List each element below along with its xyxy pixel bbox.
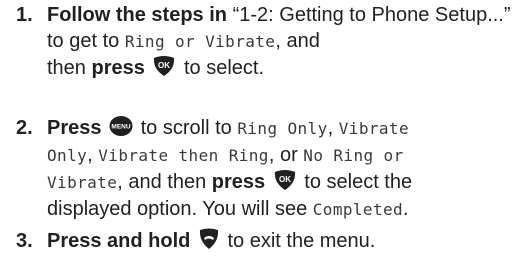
- step-body: Follow the steps in “1-2: Getting to Pho…: [47, 2, 512, 81]
- step-text: ,: [87, 144, 93, 166]
- svg-text:MENU: MENU: [111, 124, 130, 131]
- svg-text:OK: OK: [279, 175, 291, 184]
- step-body: Press MENU to scroll to Ring Only, Vibra…: [47, 115, 512, 223]
- step-text: to exit the menu.: [227, 230, 376, 252]
- end-key-icon: [198, 228, 220, 250]
- step-3: 3. Press and hold to exit the menu.: [16, 228, 512, 254]
- step-text: to scroll to: [140, 117, 232, 139]
- display-text: Ring Only: [237, 119, 328, 138]
- step-text: to select the: [304, 171, 413, 193]
- step-body: Press and hold to exit the menu.: [47, 228, 512, 254]
- step-number: 2.: [16, 117, 33, 139]
- press-label: press: [211, 171, 266, 193]
- step-line: Press MENU to scroll to Ring Only, Vibra…: [47, 115, 512, 142]
- instruction-page: 1. Follow the steps in “1-2: Getting to …: [0, 0, 516, 263]
- menu-key-icon: MENU: [109, 115, 133, 137]
- step-line: then press OK to select.: [47, 55, 512, 81]
- step-text: ,: [327, 117, 334, 139]
- step-2: 2. Press MENU to scroll to Ring Only, Vi…: [16, 115, 512, 223]
- step-line: Follow the steps in “1-2: Getting to Pho…: [47, 2, 512, 28]
- step-text: to get to: [47, 30, 120, 52]
- display-text: Ring or Vibrate: [124, 32, 276, 51]
- display-text: Completed: [312, 200, 404, 219]
- ok-key-icon: OK: [273, 169, 297, 191]
- step-line: to get to Ring or Vibrate, and: [47, 28, 512, 55]
- step-1: 1. Follow the steps in “1-2: Getting to …: [16, 2, 512, 81]
- step-text: then: [47, 57, 86, 79]
- step-text: , or: [268, 144, 298, 166]
- step-text: to select.: [184, 57, 265, 79]
- step-line: Only, Vibrate then Ring, or No Ring or: [47, 142, 512, 169]
- ok-key-icon: OK: [152, 55, 176, 77]
- press-label: Press: [47, 117, 102, 139]
- step-line: Vibrate, and then press OK to select the: [47, 169, 512, 196]
- svg-text:OK: OK: [158, 61, 170, 70]
- display-text: Vibrate then Ring: [98, 146, 269, 165]
- display-text: Vibrate: [338, 119, 409, 138]
- step-number: 3.: [16, 230, 33, 252]
- step-line: displayed option. You will see Completed…: [47, 196, 512, 223]
- step-lead: Follow the steps in: [47, 4, 228, 26]
- step-text: displayed option. You will see: [47, 198, 308, 220]
- press-label: press: [91, 57, 145, 79]
- step-lead: Press and hold: [47, 230, 191, 252]
- step-text: .: [403, 198, 409, 220]
- step-number: 1.: [16, 4, 33, 26]
- step-line: Press and hold to exit the menu.: [47, 228, 512, 254]
- display-text: No Ring or: [303, 146, 404, 165]
- display-text: Vibrate: [47, 173, 118, 192]
- step-text: , and then: [117, 171, 207, 193]
- step-text: , and: [275, 30, 320, 52]
- step-quote: “1-2: Getting to Phone Setup...”: [232, 4, 511, 26]
- display-text: Only: [47, 146, 88, 165]
